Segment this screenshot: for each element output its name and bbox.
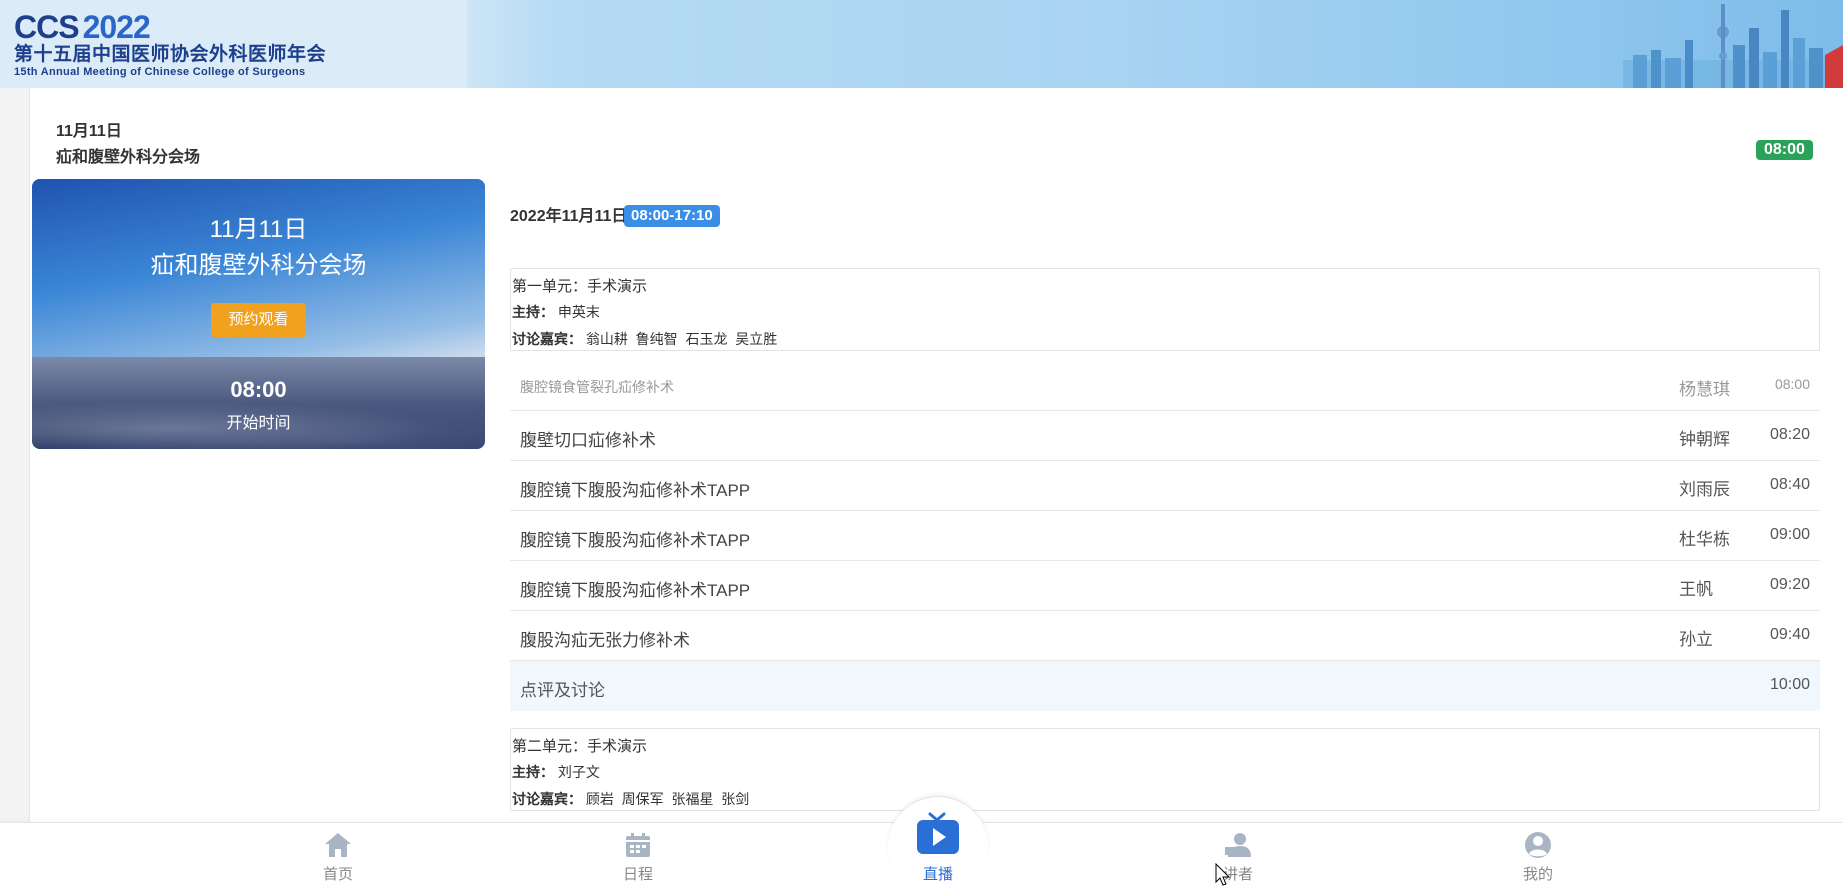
nav-schedule[interactable]: 日程 [578,831,698,884]
talk-title: 腹壁切口疝修补术 [520,431,656,450]
nav-live-label: 直播 [922,866,953,883]
mouse-cursor-icon [1215,863,1231,886]
nav-live[interactable]: 直播 [878,812,998,884]
schedule-date: 2022年11月11日 [510,208,628,225]
city-skyline-graphic [1623,4,1843,88]
calendar-icon [626,833,650,857]
talk-row[interactable]: 腹股沟疝无张力修补术 孙立 09:40 [510,611,1820,661]
discussants-label: 讨论嘉宾： [512,331,582,347]
unit-title: 第二单元：手术演示 [512,738,648,755]
nav-schedule-label: 日程 [622,866,653,883]
talk-row[interactable]: 腹腔镜食管裂孔疝修补术 杨慧琪 08:00 [510,361,1820,411]
talk-row[interactable]: 腹壁切口疝修补术 钟朝辉 08:20 [510,411,1820,461]
talk-time: 09:40 [1769,626,1810,643]
talk-title: 腹腔镜下腹股沟疝修补术TAPP [520,481,751,500]
card-start-time: 08:00 [230,377,287,402]
nav-mine-label: 我的 [1522,866,1553,883]
talk-speaker: 杨慧琪 [1679,380,1730,399]
unit-title: 第一单元：手术演示 [512,278,648,295]
unit-discussants: 讨论嘉宾： 翁山耕 鲁纯智 石玉龙 吴立胜 [512,329,777,349]
talk-time: 08:20 [1769,426,1810,443]
nav-home-label: 首页 [322,866,353,883]
nav-home[interactable]: 首页 [278,831,398,884]
talk-title: 腹股沟疝无张力修补术 [520,631,690,650]
card-time-panel [32,357,485,449]
unit-info-box: 第二单元：手术演示 主持： 刘子文 讨论嘉宾： 顾岩 周保军 张福星 张剑 [510,728,1820,811]
unit-host: 主持： 刘子文 [512,762,600,782]
current-time-badge: 08:00 [1756,140,1813,160]
talk-time: 10:00 [1769,676,1810,693]
talk-speaker: 孙立 [1679,630,1713,649]
session-date: 11月11日 [56,123,122,140]
unit-discussants: 讨论嘉宾： 顾岩 周保军 张福星 张剑 [512,789,749,809]
header-banner: CCS 2022 第十五届中国医师协会外科医师年会 15th Annual Mee… [0,0,1843,88]
talk-row[interactable]: 腹腔镜下腹股沟疝修补术TAPP 刘雨辰 08:40 [510,461,1820,511]
reserve-watch-button[interactable]: 预约观看 [211,303,306,337]
logo-ccs: CCS [14,9,80,45]
discussants-label: 讨论嘉宾： [512,791,582,807]
card-start-label: 开始时间 [226,415,291,432]
talk-row[interactable]: 腹腔镜下腹股沟疝修补术TAPP 王帆 09:20 [510,561,1820,611]
talk-time: 09:20 [1769,576,1810,593]
home-icon [325,833,351,857]
logo-year: 2022 [82,9,151,45]
discussants-names: 顾岩 周保军 张福星 张剑 [585,791,750,807]
unit-info-box: 第一单元：手术演示 主持： 申英末 讨论嘉宾： 翁山耕 鲁纯智 石玉龙 吴立胜 [510,268,1820,351]
card-date: 11月11日 [209,216,308,243]
session-venue: 疝和腹壁外科分会场 [56,149,201,166]
unit-host: 主持： 申英末 [512,302,600,322]
user-icon [1525,832,1551,858]
conference-logo: CCS 2022 第十五届中国医师协会外科医师年会 15th Annual Mee… [14,10,326,79]
session-card: 11月11日 疝和腹壁外科分会场 预约观看 08:00 开始时间 [32,179,485,449]
logo-chinese-title: 第十五届中国医师协会外科医师年会 [14,44,327,65]
speaker-icon [1225,833,1251,857]
host-name: 刘子文 [557,764,600,780]
host-name: 申英末 [557,304,600,320]
left-sidebar-strip [0,88,30,822]
talk-time: 08:40 [1769,476,1810,493]
talk-speaker: 杜华栋 [1679,530,1730,549]
card-venue: 疝和腹壁外科分会场 [150,252,367,279]
talk-row[interactable]: 腹腔镜下腹股沟疝修补术TAPP 杜华栋 09:00 [510,511,1820,561]
logo-title: CCS 2022 [14,10,326,44]
logo-english-title: 15th Annual Meeting of Chinese College o… [14,66,306,78]
schedule-time-range: 08:00-17:10 [624,205,720,227]
talk-title: 腹腔镜下腹股沟疝修补术TAPP [520,531,751,550]
talk-speaker: 刘雨辰 [1679,480,1730,499]
talk-time: 09:00 [1769,526,1810,543]
discussion-row[interactable]: 点评及讨论 10:00 [510,661,1820,711]
talk-title: 腹腔镜下腹股沟疝修补术TAPP [520,581,751,600]
host-label: 主持： [512,304,554,320]
nav-speakers-label: 讲者 [1222,866,1253,883]
discussants-names: 翁山耕 鲁纯智 石玉龙 吴立胜 [585,331,778,347]
talk-title: 点评及讨论 [520,681,605,700]
talk-title: 腹腔镜食管裂孔疝修补术 [520,379,674,395]
talk-speaker: 王帆 [1679,580,1713,599]
talk-time: 08:00 [1774,376,1810,392]
talk-speaker: 钟朝辉 [1679,430,1730,449]
nav-speakers[interactable]: 讲者 [1178,831,1298,884]
tv-play-icon [917,812,959,854]
host-label: 主持： [512,764,554,780]
nav-mine[interactable]: 我的 [1478,831,1598,884]
